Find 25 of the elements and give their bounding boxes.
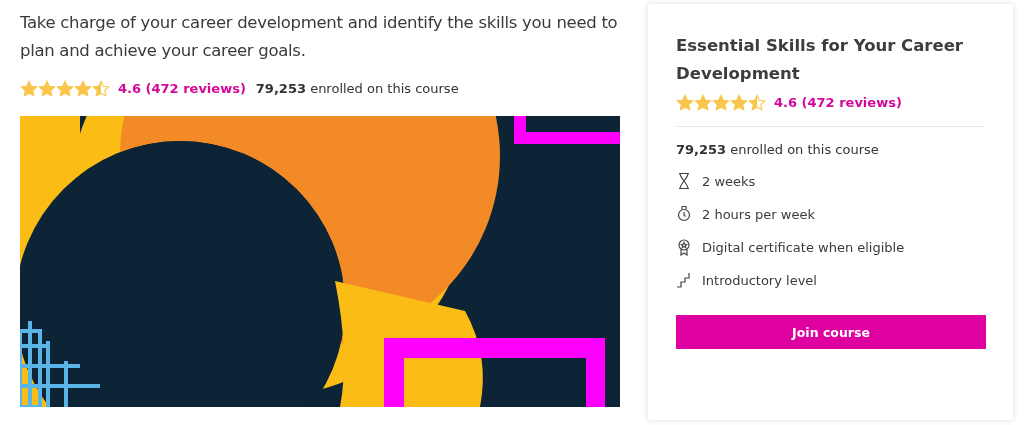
star-icon [712,94,730,111]
star-icon [74,80,92,97]
award-icon [676,238,692,256]
course-detail: 2 weeks [702,173,756,189]
enrolled-count: 79,253 enrolled on this course [676,142,880,157]
stopwatch-icon [676,205,692,223]
course-description: Take charge of your career development and identify the skills you need to plan and achieve your career goals. [20,12,619,62]
course-title: Essential Skills for Your Career Development [676,35,964,85]
star-icon [748,94,766,111]
steps-icon [676,271,692,289]
star-icon [730,94,748,111]
join-course-button[interactable]: Join course [676,315,986,349]
star-icon [694,94,712,111]
hourglass-icon [676,172,692,190]
course-detail: 2 hours per week [702,206,815,222]
star-icon [676,94,694,111]
star-icon [92,80,110,97]
reviews-link[interactable]: 4.6 (472 reviews) [774,95,902,110]
reviews-link[interactable]: 4.6 (472 reviews) [118,81,246,96]
star-icon [20,80,38,97]
enrolled-count: 79,253 enrolled on this course [255,81,459,96]
course-detail: Introductory level [702,272,817,288]
course-detail: Digital certificate when eligible [702,239,905,255]
star-icon [38,80,56,97]
star-icon [56,80,74,97]
